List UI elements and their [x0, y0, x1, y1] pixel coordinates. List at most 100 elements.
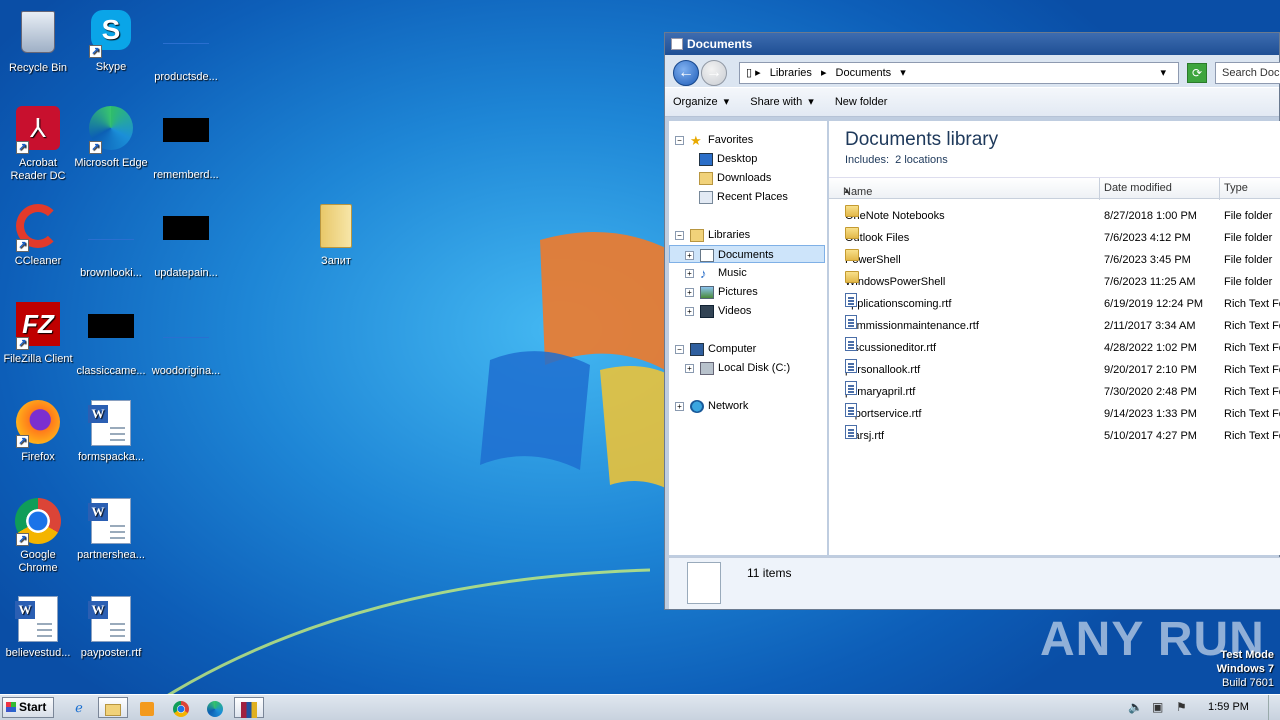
back-button[interactable]: ←	[673, 60, 699, 86]
expand-icon[interactable]: +	[675, 401, 684, 411]
file-list-pane[interactable]: Documents library Includes: 2 locations …	[829, 121, 1280, 555]
column-header-date[interactable]: Date modified	[1104, 182, 1172, 194]
address-bar[interactable]: ▯ ▸ Libraries ▸ Documents ▾ ▾	[739, 62, 1179, 84]
breadcrumb-documents[interactable]: Documents	[836, 67, 892, 79]
skype-icon: S ↗	[87, 10, 135, 58]
file-row[interactable]: OneNote Notebooks 8/27/2018 1:00 PM File f…	[829, 205, 1280, 227]
desktop-icon-chrome[interactable]: ↗ Google Chrome	[0, 498, 76, 575]
new-folder-button[interactable]: New folder	[835, 96, 888, 108]
desktop-icon-firefox[interactable]: ↗ Firefox	[0, 400, 76, 464]
breadcrumb-libraries[interactable]: Libraries	[770, 67, 812, 79]
navigation-pane[interactable]: − ★ Favorites Desktop Downloads Recent Pla…	[669, 121, 827, 555]
refresh-button[interactable]: ⟳	[1187, 63, 1207, 83]
desktop-icon-ccleaner[interactable]: ↗ CCleaner	[0, 204, 76, 268]
nav-desktop[interactable]: Desktop	[699, 150, 757, 168]
desktop-icon-payposter[interactable]: payposter.rtf	[73, 596, 149, 660]
computer-icon	[690, 342, 704, 356]
desktop-icon-filezilla[interactable]: FZ ↗ FileZilla Client	[0, 302, 76, 366]
forward-button[interactable]: →	[701, 60, 727, 86]
explorer-window[interactable]: Documents ← → ▯ ▸ Libraries ▸ Documents …	[664, 32, 1280, 610]
clock[interactable]: 1:59 PM	[1208, 695, 1249, 720]
nav-computer[interactable]: − Computer	[675, 340, 756, 358]
nav-network[interactable]: + Network	[675, 397, 748, 415]
organize-button[interactable]: Organize ▾	[673, 96, 729, 108]
file-row[interactable]: reportservice.rtf 9/14/2023 1:33 PM Rich T…	[829, 403, 1280, 425]
column-divider[interactable]	[1099, 178, 1100, 200]
nav-pictures[interactable]: + Pictures	[685, 283, 758, 301]
desktop-icon-woodorigina[interactable]: woodorigina...	[148, 302, 224, 378]
chrome-taskbar-icon[interactable]	[166, 697, 196, 718]
media-player-taskbar-icon[interactable]	[132, 697, 162, 718]
nav-local-disk[interactable]: + Local Disk (C:)	[685, 359, 790, 377]
nav-recent-places[interactable]: Recent Places	[699, 188, 788, 206]
file-row[interactable]: WindowsPowerShell 7/6/2023 11:25 AM File f…	[829, 271, 1280, 293]
desktop-icon-recycle-bin[interactable]: Recycle Bin	[0, 8, 76, 75]
nav-desktop-label: Desktop	[717, 153, 758, 165]
file-row[interactable]: commissionmaintenance.rtf 2/11/2017 3:34 …	[829, 315, 1280, 337]
internet-explorer-taskbar-icon[interactable]: ℯ	[64, 697, 94, 718]
file-date: 4/28/2022 1:02 PM	[1104, 342, 1197, 354]
nav-libraries[interactable]: − Libraries	[675, 226, 750, 244]
collapse-icon[interactable]: −	[675, 230, 684, 240]
file-row[interactable]: starsj.rtf 5/10/2017 4:27 PM Rich Text Fo	[829, 425, 1280, 447]
desktop-icon-productsde[interactable]: productsde...	[148, 8, 224, 84]
action-center-flag-icon[interactable]: ⚑	[1176, 697, 1187, 718]
desktop-icon-formspacka[interactable]: formspacka...	[73, 400, 149, 464]
expand-icon[interactable]: +	[685, 250, 694, 260]
taskbar: Start ℯ 🔈 ▣ ⚑ 1:59 PM	[0, 694, 1280, 720]
file-date: 7/6/2023 11:25 AM	[1104, 276, 1196, 288]
desktop-icon-zapyt-folder[interactable]: Запит	[298, 204, 374, 268]
desktop-icon-rememberd[interactable]: rememberd...	[148, 106, 224, 182]
column-header-row: Name ▲ Date modified Type	[829, 177, 1280, 200]
window-titlebar[interactable]: Documents	[665, 33, 1279, 55]
includes-locations-link[interactable]: 2 locations	[895, 154, 948, 166]
winrar-taskbar-icon[interactable]	[234, 697, 264, 718]
nav-music[interactable]: + ♪ Music	[685, 264, 747, 282]
column-divider[interactable]	[1219, 178, 1220, 200]
address-row: ← → ▯ ▸ Libraries ▸ Documents ▾ ▾ ⟳ Sear…	[665, 55, 1280, 87]
nav-favorites[interactable]: − ★ Favorites	[675, 131, 753, 149]
address-history-dropdown-icon[interactable]: ▾	[1160, 63, 1166, 83]
volume-icon[interactable]: 🔈	[1128, 697, 1143, 718]
file-name-cell: commissionmaintenance.rtf	[845, 315, 979, 337]
file-row[interactable]: PowerShell 7/6/2023 3:45 PM File folder	[829, 249, 1280, 271]
desktop-icon-acrobat[interactable]: ⅄ ↗ Acrobat Reader DC	[0, 106, 76, 183]
share-with-button[interactable]: Share with ▾	[750, 96, 814, 108]
desktop-icon-classiccame[interactable]: classiccame...	[73, 302, 149, 378]
libraries-icon	[690, 228, 704, 242]
rtf-document-icon	[845, 337, 857, 351]
file-row[interactable]: discussioneditor.rtf 4/28/2022 1:02 PM Ric…	[829, 337, 1280, 359]
file-row[interactable]: personallook.rtf 9/20/2017 2:10 PM Rich Te…	[829, 359, 1280, 381]
desktop-icon-skype[interactable]: S ↗ Skype	[73, 8, 149, 74]
file-row[interactable]: Outlook Files 7/6/2023 4:12 PM File folder	[829, 227, 1280, 249]
collapse-icon[interactable]: −	[675, 344, 684, 354]
expand-icon[interactable]: +	[685, 306, 694, 316]
file-row[interactable]: applicationscoming.rtf 6/19/2019 12:24 PM…	[829, 293, 1280, 315]
desktop-icon-believestud[interactable]: believestud...	[0, 596, 76, 660]
expand-icon[interactable]: +	[685, 287, 694, 297]
explorer-taskbar-icon[interactable]	[98, 697, 128, 718]
desktop-icon-partnershea[interactable]: partnershea...	[73, 498, 149, 562]
search-input[interactable]: Search Documents	[1215, 62, 1280, 84]
desktop-icon-edge[interactable]: ↗ Microsoft Edge	[73, 106, 149, 170]
expand-icon[interactable]: +	[685, 268, 694, 278]
breadcrumb-dropdown-icon[interactable]: ▾	[900, 67, 906, 79]
breadcrumb-separator-icon: ▸	[820, 67, 827, 79]
network-tray-icon[interactable]: ▣	[1152, 697, 1163, 718]
file-row[interactable]: primaryapril.rtf 7/30/2020 2:48 PM Rich Te…	[829, 381, 1280, 403]
desktop-icon-brownlooki[interactable]: brownlooki...	[73, 204, 149, 280]
start-button[interactable]: Start	[2, 697, 54, 718]
nav-documents[interactable]: + Documents	[669, 245, 825, 263]
expand-icon[interactable]: +	[685, 363, 694, 373]
test-mode-watermark: Test Mode Windows 7 Build 7601	[1217, 648, 1274, 690]
file-name-cell: applicationscoming.rtf	[845, 293, 951, 315]
collapse-icon[interactable]: −	[675, 135, 684, 145]
documents-window-icon	[671, 38, 683, 50]
desktop-icon-updatepain[interactable]: updatepain...	[148, 204, 224, 280]
nav-downloads[interactable]: Downloads	[699, 169, 771, 187]
edge-taskbar-icon[interactable]	[200, 697, 230, 718]
nav-recent-places-label: Recent Places	[717, 191, 788, 203]
column-header-type[interactable]: Type	[1224, 182, 1248, 194]
show-desktop-button[interactable]	[1268, 695, 1280, 720]
nav-videos[interactable]: + Videos	[685, 302, 751, 320]
